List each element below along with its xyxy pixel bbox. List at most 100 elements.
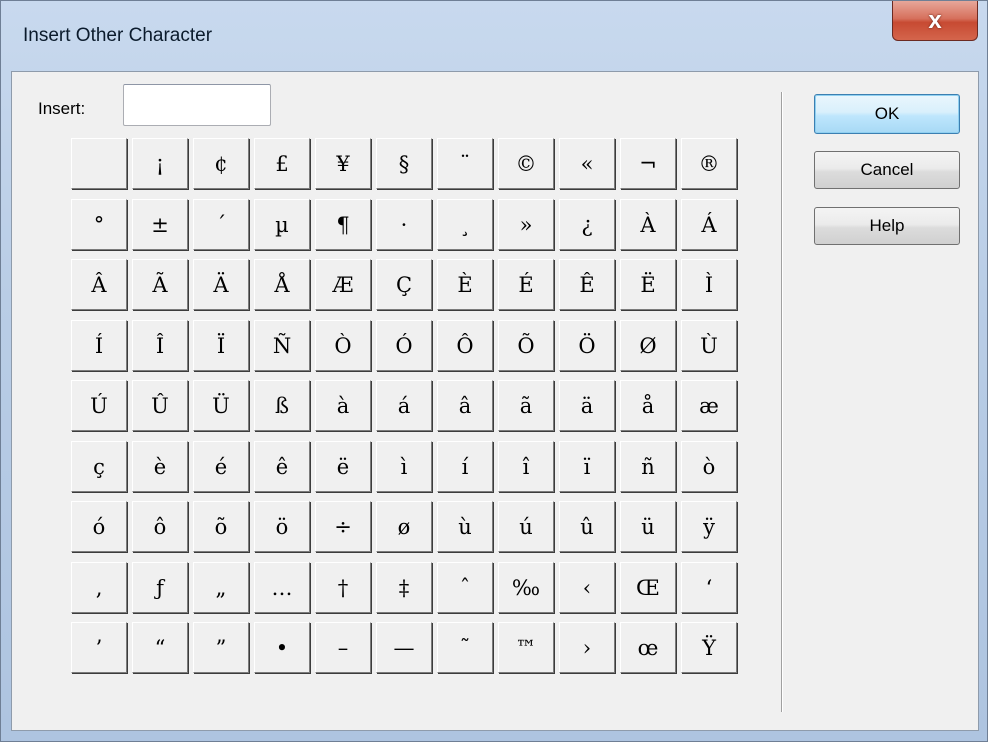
character-cell[interactable]: µ [254, 199, 310, 250]
character-cell[interactable]: ˜ [437, 622, 493, 673]
character-cell[interactable]: ù [437, 501, 493, 552]
character-cell[interactable]: ô [132, 501, 188, 552]
character-cell[interactable]: ƒ [132, 562, 188, 613]
character-cell[interactable]: Ì [681, 259, 737, 310]
character-cell[interactable]: ¨ [437, 138, 493, 189]
character-cell[interactable]: î [498, 441, 554, 492]
character-cell[interactable]: ê [254, 441, 310, 492]
character-cell[interactable]: È [437, 259, 493, 310]
character-cell[interactable]: Æ [315, 259, 371, 310]
character-cell[interactable]: Ø [620, 320, 676, 371]
character-cell[interactable]: ú [498, 501, 554, 552]
character-cell[interactable]: é [193, 441, 249, 492]
character-cell[interactable]: Ú [71, 380, 127, 431]
character-cell[interactable]: ç [71, 441, 127, 492]
character-cell[interactable]: à [315, 380, 371, 431]
character-cell[interactable]: æ [681, 380, 737, 431]
character-cell[interactable]: É [498, 259, 554, 310]
character-cell[interactable]: ¿ [559, 199, 615, 250]
character-cell[interactable]: Ù [681, 320, 737, 371]
character-cell[interactable]: Û [132, 380, 188, 431]
character-cell[interactable]: Ó [376, 320, 432, 371]
character-cell[interactable]: † [315, 562, 371, 613]
character-cell[interactable]: ø [376, 501, 432, 552]
character-cell[interactable]: û [559, 501, 615, 552]
character-cell[interactable]: Ê [559, 259, 615, 310]
character-cell[interactable]: Ä [193, 259, 249, 310]
character-cell[interactable]: Õ [498, 320, 554, 371]
close-button[interactable]: x [892, 1, 978, 41]
character-cell[interactable]: ñ [620, 441, 676, 492]
character-cell[interactable]: ¥ [315, 138, 371, 189]
character-cell[interactable]: ß [254, 380, 310, 431]
character-cell[interactable]: – [315, 622, 371, 673]
help-button[interactable]: Help [814, 207, 960, 245]
character-cell[interactable] [71, 138, 127, 189]
character-cell[interactable]: § [376, 138, 432, 189]
character-cell[interactable]: Ë [620, 259, 676, 310]
character-cell[interactable]: ë [315, 441, 371, 492]
character-cell[interactable]: ° [71, 199, 127, 250]
character-cell[interactable]: £ [254, 138, 310, 189]
character-cell[interactable]: ‡ [376, 562, 432, 613]
character-cell[interactable]: › [559, 622, 615, 673]
character-cell[interactable]: Ü [193, 380, 249, 431]
character-cell[interactable]: “ [132, 622, 188, 673]
character-cell[interactable]: Ç [376, 259, 432, 310]
character-cell[interactable]: © [498, 138, 554, 189]
character-cell[interactable]: ÿ [681, 501, 737, 552]
ok-button[interactable]: OK [814, 94, 960, 134]
character-cell[interactable]: ¶ [315, 199, 371, 250]
character-cell[interactable]: á [376, 380, 432, 431]
character-cell[interactable]: ó [71, 501, 127, 552]
character-cell[interactable]: — [376, 622, 432, 673]
character-cell[interactable]: Â [71, 259, 127, 310]
character-cell[interactable]: À [620, 199, 676, 250]
character-cell[interactable]: ‘ [681, 562, 737, 613]
character-cell[interactable]: ü [620, 501, 676, 552]
character-cell[interactable]: Ò [315, 320, 371, 371]
character-cell[interactable]: í [437, 441, 493, 492]
character-cell[interactable]: … [254, 562, 310, 613]
character-cell[interactable]: ™ [498, 622, 554, 673]
character-cell[interactable]: » [498, 199, 554, 250]
character-cell[interactable]: Œ [620, 562, 676, 613]
character-cell[interactable]: « [559, 138, 615, 189]
character-cell[interactable]: ì [376, 441, 432, 492]
character-cell[interactable]: Ô [437, 320, 493, 371]
character-cell[interactable]: Î [132, 320, 188, 371]
character-cell[interactable]: ¡ [132, 138, 188, 189]
insert-input[interactable] [123, 84, 271, 126]
character-cell[interactable]: Ï [193, 320, 249, 371]
character-cell[interactable]: ® [681, 138, 737, 189]
title-bar[interactable]: Insert Other Character x [1, 1, 987, 73]
character-cell[interactable]: ‚ [71, 562, 127, 613]
character-cell[interactable]: ÷ [315, 501, 371, 552]
character-cell[interactable]: ã [498, 380, 554, 431]
character-cell[interactable]: ” [193, 622, 249, 673]
character-cell[interactable]: â [437, 380, 493, 431]
character-cell[interactable]: è [132, 441, 188, 492]
character-cell[interactable]: Ã [132, 259, 188, 310]
character-cell[interactable]: œ [620, 622, 676, 673]
character-cell[interactable]: ö [254, 501, 310, 552]
character-cell[interactable]: Ÿ [681, 622, 737, 673]
character-cell[interactable]: ˆ [437, 562, 493, 613]
character-cell[interactable]: õ [193, 501, 249, 552]
character-cell[interactable]: Ñ [254, 320, 310, 371]
character-cell[interactable]: ï [559, 441, 615, 492]
character-cell[interactable]: „ [193, 562, 249, 613]
character-cell[interactable]: Í [71, 320, 127, 371]
character-cell[interactable]: ¬ [620, 138, 676, 189]
character-cell[interactable]: ‹ [559, 562, 615, 613]
character-cell[interactable]: ¸ [437, 199, 493, 250]
character-cell[interactable]: • [254, 622, 310, 673]
character-cell[interactable]: ä [559, 380, 615, 431]
character-cell[interactable]: ò [681, 441, 737, 492]
character-cell[interactable]: ’ [71, 622, 127, 673]
character-cell[interactable]: Ö [559, 320, 615, 371]
character-cell[interactable]: · [376, 199, 432, 250]
character-cell[interactable]: Á [681, 199, 737, 250]
character-cell[interactable]: ´ [193, 199, 249, 250]
character-cell[interactable]: å [620, 380, 676, 431]
